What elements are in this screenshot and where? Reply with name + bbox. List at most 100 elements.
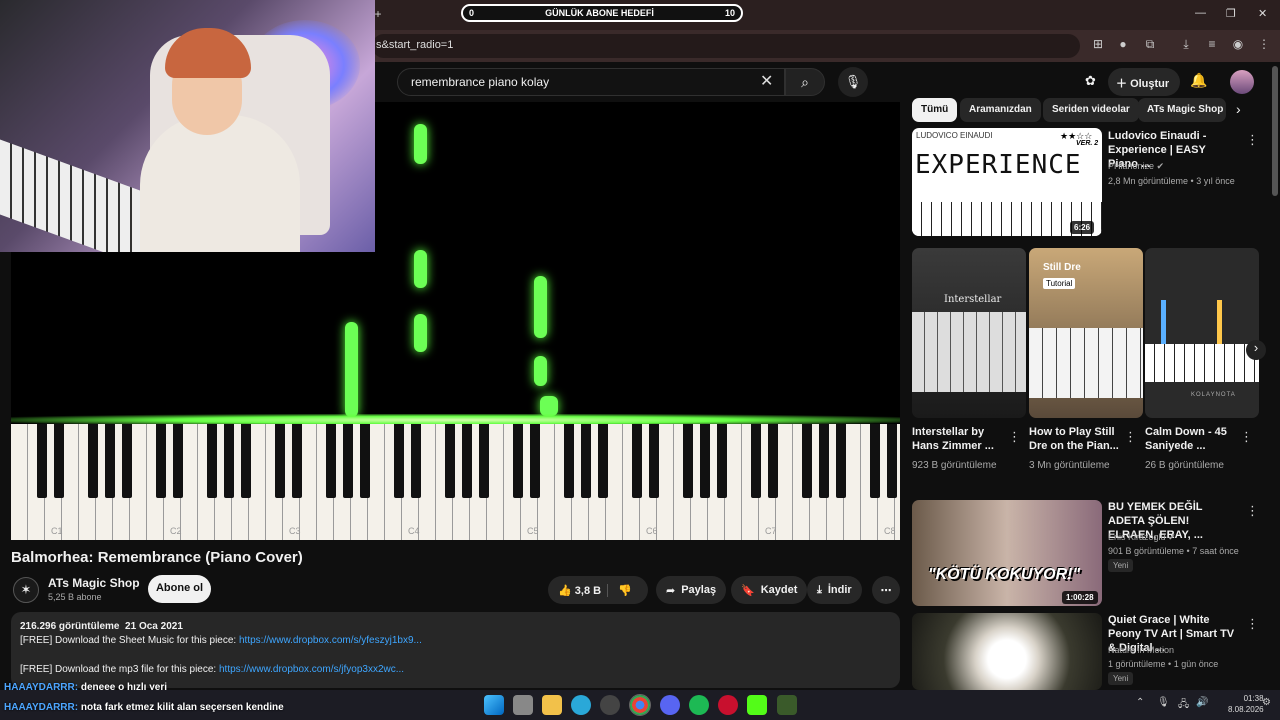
thumb-version: VER. 2 xyxy=(1076,140,1099,147)
obs-icon[interactable] xyxy=(600,695,620,715)
short-thumbnail[interactable]: Interstellar xyxy=(912,248,1026,418)
kick-live-icon[interactable] xyxy=(747,695,767,715)
subscribe-button[interactable]: Abone ol xyxy=(148,575,211,603)
search-icon: ⌕ xyxy=(801,74,809,90)
discord-icon[interactable] xyxy=(660,695,680,715)
spotify-icon[interactable] xyxy=(689,695,709,715)
falling-note xyxy=(534,276,547,338)
create-button[interactable]: ＋ Oluştur xyxy=(1108,68,1180,96)
black-key xyxy=(462,424,472,498)
minimize-icon[interactable]: — xyxy=(1195,7,1206,19)
account-avatar[interactable] xyxy=(1230,70,1254,94)
clear-search-icon[interactable]: ✕ xyxy=(760,71,773,91)
task-view-icon[interactable] xyxy=(513,695,533,715)
notification-icon[interactable]: ⚙ xyxy=(1262,697,1271,708)
chip-from-search[interactable]: Aramanızdan xyxy=(960,98,1041,122)
profile-icon[interactable]: ◉ xyxy=(1228,37,1248,51)
video-duration: 6:26 xyxy=(1070,221,1095,234)
more-options-icon[interactable]: ⋮ xyxy=(1124,429,1137,445)
subscriber-count: 5,25 B abone xyxy=(48,592,102,602)
search-button[interactable]: ⌕ xyxy=(785,68,825,96)
mic-tray-icon[interactable]: 🎙 xyxy=(1157,697,1170,708)
edge-icon[interactable] xyxy=(571,695,591,715)
more-options-icon[interactable]: ⋮ xyxy=(1246,503,1259,519)
channel-label: Enis Kirazoglu xyxy=(1108,532,1166,542)
channel-avatar[interactable]: ✶ xyxy=(13,577,39,603)
share-icon: ➦ xyxy=(666,584,676,597)
download-button[interactable]: ⤓ İndir xyxy=(807,576,862,604)
more-options-icon[interactable]: ⋮ xyxy=(1246,616,1259,632)
video-thumbnail[interactable]: "KÖTÜ KOKUYOR!" 1:00:28 xyxy=(912,500,1102,606)
more-options-icon[interactable]: ⋮ xyxy=(1008,429,1021,445)
description-box[interactable]: 216.296 görüntüleme 21 Oca 2021 [FREE] D… xyxy=(11,612,900,688)
short-title[interactable]: Interstellar by Hans Zimmer ... xyxy=(912,425,1004,453)
octave-label: C8 xyxy=(884,526,896,536)
channel-name: Enis Kirazoglu ✔ xyxy=(1108,531,1176,544)
chip-series[interactable]: Seriden videolar xyxy=(1043,98,1139,122)
media-icon[interactable]: ≡ xyxy=(1202,37,1222,51)
thumb-keyboard xyxy=(912,312,1026,392)
file-explorer-icon[interactable] xyxy=(542,695,562,715)
share-button[interactable]: ➦ Paylaş xyxy=(656,576,727,604)
thumb-label: Interstellar xyxy=(944,294,1002,305)
network-icon[interactable]: 🖧 xyxy=(1178,697,1189,714)
mp3-link[interactable]: https://www.dropbox.com/s/jfyop3xx2wc... xyxy=(219,664,404,675)
volume-icon[interactable]: 🔊 xyxy=(1196,697,1208,708)
save-button[interactable]: 🔖 Kaydet xyxy=(731,576,808,604)
black-key xyxy=(836,424,846,498)
channel-name: Nature in Motion xyxy=(1108,645,1175,655)
system-clock[interactable]: 01:38 8.08.2026 xyxy=(1228,693,1264,715)
video-thumbnail[interactable] xyxy=(912,613,1102,690)
black-key xyxy=(37,424,47,498)
short-thumbnail[interactable]: KOLAYNOTA xyxy=(1145,248,1259,418)
more-options-icon[interactable]: ⋮ xyxy=(1240,429,1253,445)
dislike-button[interactable]: 👎 xyxy=(607,583,632,597)
app-icon[interactable] xyxy=(777,695,797,715)
channel-name[interactable]: ATs Magic Shop xyxy=(48,576,140,590)
black-key xyxy=(819,424,829,498)
sheet-music-link[interactable]: https://www.dropbox.com/s/yfeszyj1bx9... xyxy=(239,635,422,646)
falling-note xyxy=(345,322,358,417)
maximize-icon[interactable]: ❐ xyxy=(1226,7,1236,20)
translate-icon[interactable]: ⊞ xyxy=(1088,37,1108,51)
share-label: Paylaş xyxy=(681,584,717,596)
chrome-icon[interactable] xyxy=(629,694,651,716)
video-thumbnail[interactable]: LUDOVICO EINAUDI ★★☆☆ VER. 2 EXPERIENCE … xyxy=(912,128,1102,236)
black-key xyxy=(156,424,166,498)
thumb-tag: Tutorial xyxy=(1043,278,1076,289)
scrollbar-thumb[interactable] xyxy=(1272,66,1278,196)
like-button[interactable]: 👍 3,8 B xyxy=(558,584,601,597)
chip-channel[interactable]: ATs Magic Shop xyxy=(1138,98,1226,122)
short-views: 3 Mn görüntüleme xyxy=(1029,460,1110,471)
more-dots-icon: ⋯ xyxy=(880,584,892,597)
menu-kebab-icon[interactable]: ⋮ xyxy=(1254,37,1274,51)
clock-time: 01:38 xyxy=(1243,694,1264,703)
extensions-puzzle-icon[interactable]: ⧉ xyxy=(1140,37,1160,52)
chevron-right-icon[interactable]: › xyxy=(1236,101,1241,117)
black-key xyxy=(173,424,183,498)
more-actions-button[interactable]: ⋯ xyxy=(872,576,900,604)
more-options-icon[interactable]: ⋮ xyxy=(1246,132,1259,148)
download-icon[interactable]: ⤓ xyxy=(1176,37,1196,52)
video-meta: 1 görüntüleme • 1 gün önce xyxy=(1108,659,1219,669)
app-icon[interactable] xyxy=(718,695,738,715)
tray-chevron-icon[interactable]: ⌃ xyxy=(1136,697,1144,708)
short-title[interactable]: Calm Down - 45 Saniyede ... xyxy=(1145,425,1237,453)
short-title[interactable]: How to Play Still Dre on the Pian... xyxy=(1029,425,1121,453)
start-windows-icon[interactable] xyxy=(484,695,504,715)
streamer-body xyxy=(140,115,300,252)
extension-icon[interactable]: ● xyxy=(1113,37,1133,51)
close-window-icon[interactable]: ✕ xyxy=(1258,7,1267,20)
studio-icon[interactable]: ✿ xyxy=(1085,73,1096,89)
video-duration: 1:00:28 xyxy=(1062,591,1098,604)
black-key xyxy=(649,424,659,498)
falling-note xyxy=(540,396,558,416)
shorts-next-arrow-icon[interactable]: › xyxy=(1246,340,1266,360)
description-line: [FREE] Download the mp3 file for this pi… xyxy=(20,664,217,675)
url-field[interactable]: s&start_radio=1 xyxy=(372,34,1080,58)
search-input[interactable]: remembrance piano kolay xyxy=(397,68,785,96)
notifications-bell-icon[interactable]: 🔔 xyxy=(1190,72,1207,89)
short-thumbnail[interactable]: Still Dre Tutorial xyxy=(1029,248,1143,418)
chip-all[interactable]: Tümü xyxy=(912,98,958,122)
voice-search-button[interactable]: 🎙 xyxy=(838,67,868,97)
